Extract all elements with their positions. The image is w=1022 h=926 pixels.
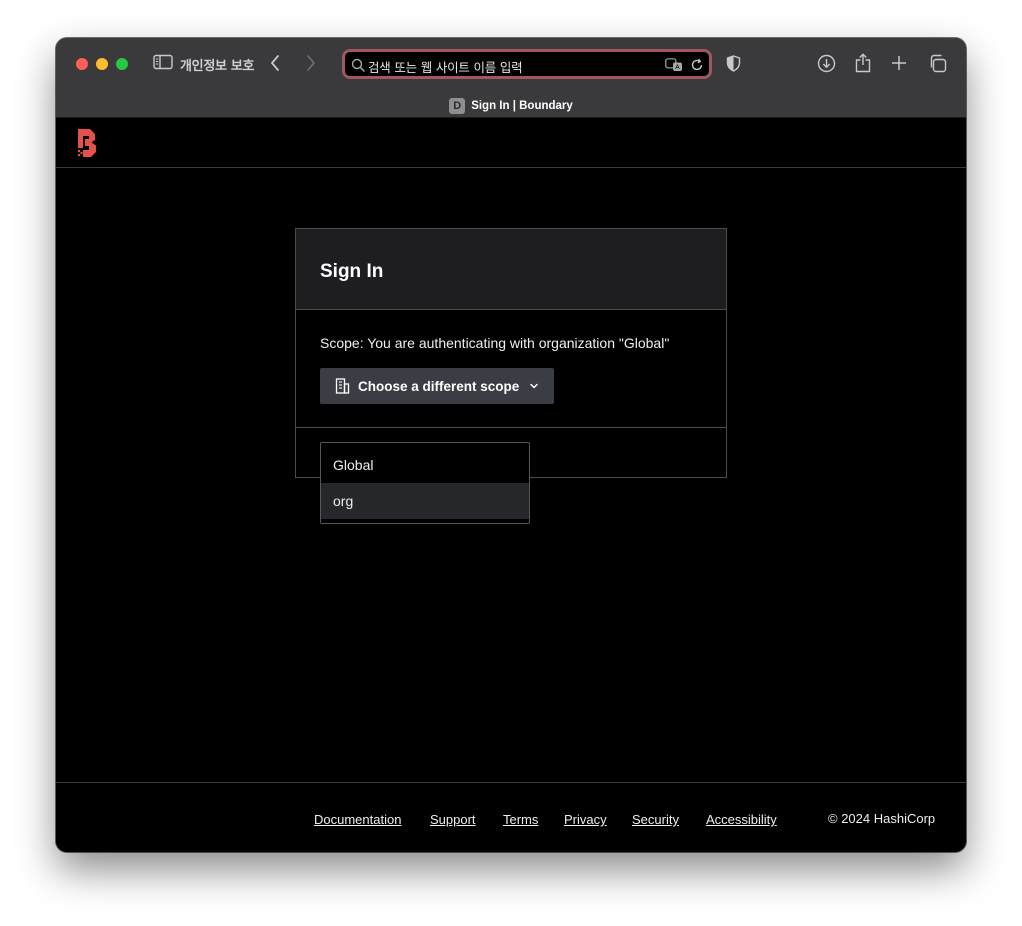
browser-toolbar: 개인정보 보호 검색 또는 웹 사이트 이름 입력 A D Sign In | … — [56, 38, 966, 118]
address-placeholder: 검색 또는 웹 사이트 이름 입력 — [368, 60, 523, 75]
footer-link-terms[interactable]: Terms — [503, 812, 538, 827]
tab-overview-icon[interactable] — [927, 53, 947, 73]
reload-icon[interactable] — [689, 57, 704, 72]
scope-option-org[interactable]: org — [321, 483, 529, 519]
back-icon[interactable] — [268, 54, 282, 72]
sidebar-icon[interactable] — [153, 54, 173, 70]
sign-in-card-header: Sign In — [296, 229, 726, 310]
translate-icon[interactable]: A — [665, 57, 683, 72]
page-title: Sign In — [320, 261, 384, 282]
scope-description: Scope: You are authenticating with organ… — [320, 335, 670, 351]
scope-option-global[interactable]: Global — [321, 447, 529, 483]
copyright-notice: © 2024 HashiCorp — [828, 811, 936, 826]
boundary-logo-icon[interactable] — [76, 128, 100, 158]
forward-icon[interactable] — [304, 54, 318, 72]
svg-text:A: A — [675, 63, 680, 71]
scope-section: Scope: You are authenticating with organ… — [296, 310, 726, 428]
shield-icon[interactable] — [725, 54, 741, 72]
tab-title-bar[interactable]: D Sign In | Boundary — [56, 94, 966, 118]
chevron-down-icon — [529, 382, 539, 390]
footer-link-accessibility[interactable]: Accessibility — [706, 812, 777, 827]
choose-scope-label: Choose a different scope — [358, 378, 520, 394]
search-icon — [350, 57, 365, 72]
footer-link-documentation[interactable]: Documentation — [314, 812, 401, 827]
building-icon — [335, 378, 350, 394]
download-icon[interactable] — [816, 53, 836, 73]
new-tab-icon[interactable] — [890, 54, 908, 72]
choose-scope-button[interactable]: Choose a different scope — [320, 368, 554, 404]
browser-window: 개인정보 보호 검색 또는 웹 사이트 이름 입력 A D Sign In | … — [56, 38, 966, 852]
privacy-report-label[interactable]: 개인정보 보호 — [180, 55, 254, 74]
close-window-button[interactable] — [76, 58, 88, 70]
address-bar[interactable]: 검색 또는 웹 사이트 이름 입력 A — [342, 49, 712, 79]
share-icon[interactable] — [854, 52, 872, 73]
zoom-window-button[interactable] — [116, 58, 128, 70]
footer-link-privacy[interactable]: Privacy — [564, 812, 607, 827]
minimize-window-button[interactable] — [96, 58, 108, 70]
footer-link-security[interactable]: Security — [632, 812, 679, 827]
sign-in-card: Sign In Scope: You are authenticating wi… — [295, 228, 727, 478]
app-footer: Documentation Support Terms Privacy Secu… — [56, 782, 966, 852]
app-header — [56, 118, 966, 168]
footer-link-support[interactable]: Support — [430, 812, 476, 827]
scope-dropdown-menu: Global org — [320, 442, 530, 524]
tab-favicon: D — [449, 98, 466, 114]
tab-title: Sign In | Boundary — [471, 100, 573, 112]
